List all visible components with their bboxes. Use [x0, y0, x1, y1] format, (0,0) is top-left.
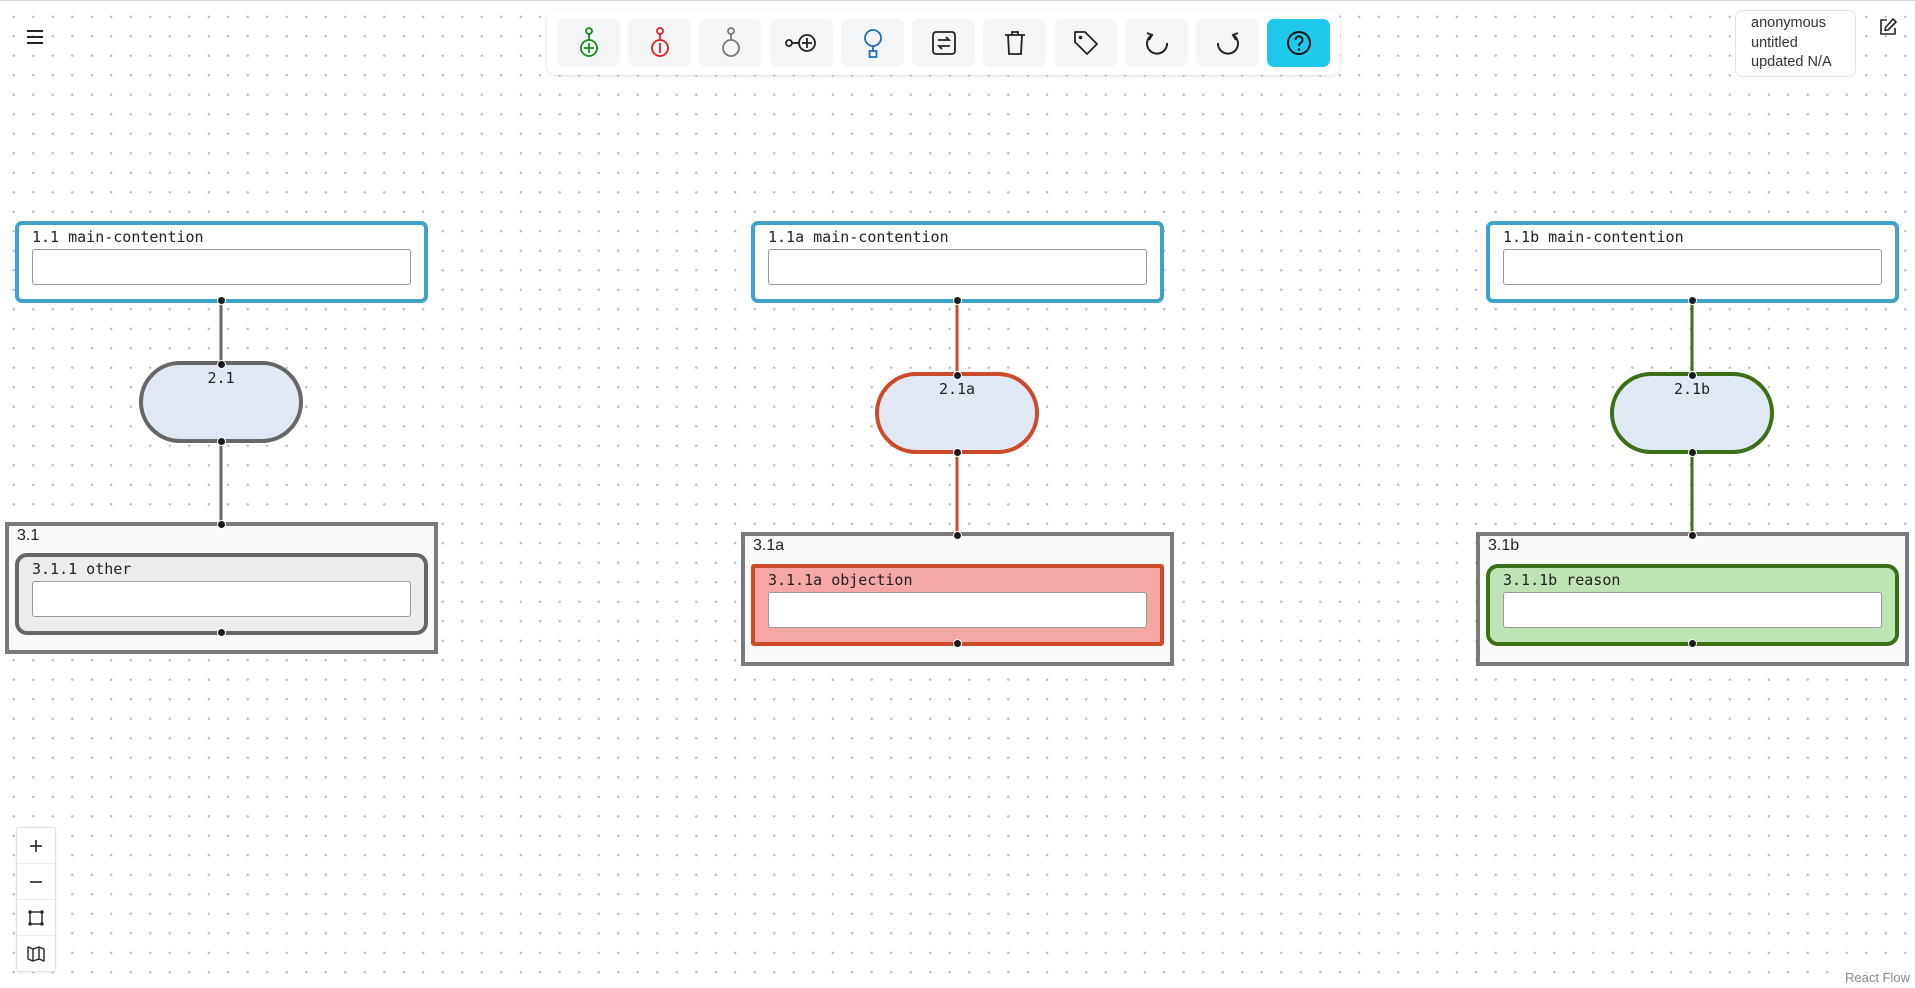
claim-text-field[interactable] — [1503, 249, 1882, 285]
map-info-panel: anonymous untitled updated N/A — [1735, 10, 1856, 77]
node-handle[interactable] — [216, 359, 226, 369]
node-handle[interactable] — [1687, 295, 1697, 305]
claim-node-1.1[interactable]: 1.1 main-contention — [15, 221, 428, 303]
edges-layer — [219, 300, 1694, 534]
claim-text-field[interactable] — [32, 249, 411, 285]
node-handle[interactable] — [216, 295, 226, 305]
map-icon — [27, 945, 45, 962]
link-plus-icon — [784, 34, 816, 52]
tag-icon — [1073, 31, 1098, 55]
claim-node-1.1a[interactable]: 1.1a main-contention — [751, 221, 1164, 303]
node-label: 2.1b — [1673, 380, 1711, 398]
add-other-icon — [721, 27, 740, 57]
edit-icon — [1880, 18, 1897, 35]
zoom-controls — [16, 827, 56, 972]
map-name: untitled — [1751, 34, 1798, 51]
add-reason-icon — [579, 27, 598, 57]
swap-icon — [931, 31, 956, 55]
node-handle[interactable] — [952, 370, 962, 380]
add-premise-button[interactable] — [770, 19, 833, 67]
node-handle[interactable] — [1687, 447, 1697, 457]
node-handle[interactable] — [216, 627, 226, 637]
claim-node-3.1.1a[interactable]: 3.1.1a objection — [751, 564, 1164, 646]
pill-node-2.1b[interactable]: 2.1b — [1610, 372, 1774, 454]
zoom-in-button[interactable] — [17, 828, 55, 864]
node-label: 1.1b main-contention — [1503, 228, 1684, 246]
add-objection-icon — [650, 27, 669, 57]
claim-node-1.1b[interactable]: 1.1b main-contention — [1486, 221, 1899, 303]
pin-icon — [863, 29, 882, 58]
node-label: 3.1.1 other — [32, 560, 132, 578]
node-handle[interactable] — [1687, 638, 1697, 648]
user-name: anonymous — [1751, 15, 1826, 31]
node-label: 1.1 main-contention — [32, 228, 204, 246]
add-reason-button[interactable] — [557, 19, 620, 67]
node-handle[interactable] — [952, 638, 962, 648]
zoom-out-button[interactable] — [17, 864, 55, 900]
fit-view-icon — [28, 910, 44, 925]
toggle-minimap-button[interactable] — [17, 936, 55, 971]
updated-status: updated N/A — [1751, 54, 1832, 70]
node-label: 3.1.1a objection — [768, 571, 913, 589]
node-handle[interactable] — [216, 519, 226, 529]
node-handle[interactable] — [1687, 370, 1697, 380]
undo-button[interactable] — [1125, 19, 1188, 67]
node-label: 2.1a — [938, 380, 976, 398]
claim-text-field[interactable] — [32, 581, 411, 617]
edit-info-button[interactable] — [1878, 17, 1900, 39]
add-objection-button[interactable] — [628, 19, 691, 67]
add-other-button[interactable] — [699, 19, 762, 67]
toggle-type-button[interactable] — [912, 19, 975, 67]
menu-button[interactable] — [16, 19, 54, 55]
claim-node-3.1.1[interactable]: 3.1.1 other — [15, 553, 428, 635]
node-handle[interactable] — [216, 436, 226, 446]
group-label: 3.1a — [753, 537, 785, 554]
redo-button[interactable] — [1196, 19, 1259, 67]
pill-node-2.1[interactable]: 2.1 — [139, 361, 303, 443]
label-button[interactable] — [1054, 19, 1117, 67]
redo-icon — [1216, 32, 1239, 55]
argument-map-canvas[interactable]: anonymous untitled updated N/A 1.1 main-… — [0, 0, 1915, 987]
node-label: 1.1a main-contention — [768, 228, 949, 246]
react-flow-attribution[interactable]: React Flow — [1841, 968, 1913, 987]
node-handle[interactable] — [952, 295, 962, 305]
claim-text-field[interactable] — [1503, 592, 1882, 628]
claim-text-field[interactable] — [768, 249, 1147, 285]
claim-node-3.1.1b[interactable]: 3.1.1b reason — [1486, 564, 1899, 646]
add-group-button[interactable] — [841, 19, 904, 67]
node-label: 2.1 — [207, 369, 235, 387]
claim-text-field[interactable] — [768, 592, 1147, 628]
trash-icon — [1004, 31, 1025, 55]
delete-button[interactable] — [983, 19, 1046, 67]
node-handle[interactable] — [952, 447, 962, 457]
fit-view-button[interactable] — [17, 900, 55, 936]
help-icon — [1286, 31, 1311, 55]
minus-icon — [30, 880, 42, 883]
node-label: 3.1.1b reason — [1503, 571, 1621, 589]
node-handle[interactable] — [1687, 530, 1697, 540]
group-label: 3.1 — [17, 527, 40, 544]
pill-node-2.1a[interactable]: 2.1a — [875, 372, 1039, 454]
help-button[interactable] — [1267, 19, 1330, 67]
plus-icon — [30, 839, 42, 852]
toolbar — [547, 10, 1340, 75]
node-handle[interactable] — [952, 530, 962, 540]
group-label: 3.1b — [1488, 537, 1520, 554]
undo-icon — [1145, 32, 1168, 55]
hamburger-icon — [27, 30, 43, 44]
